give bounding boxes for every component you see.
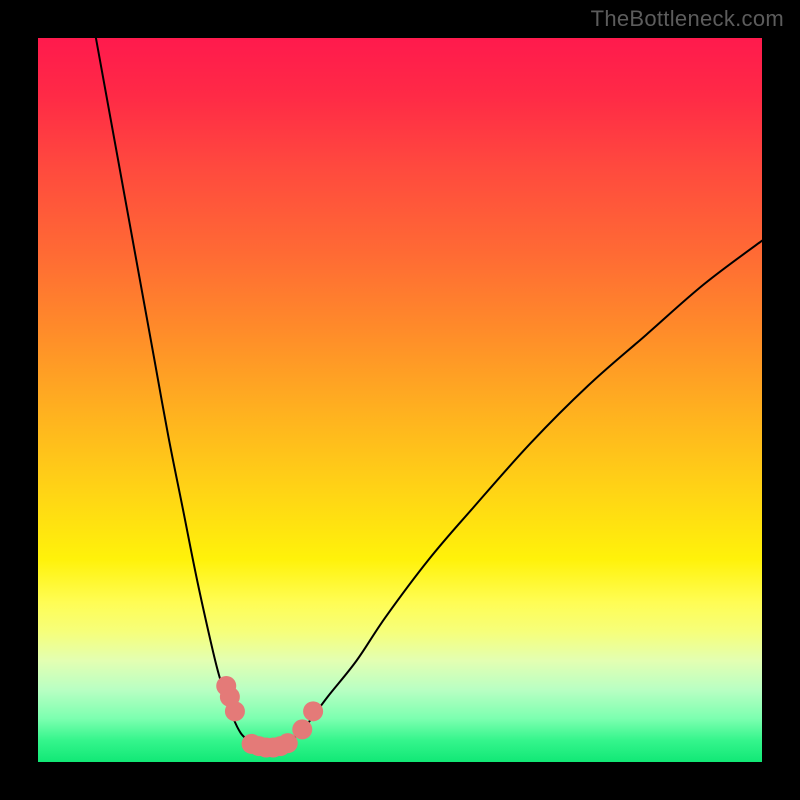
curve-left-branch: [96, 38, 248, 740]
chart-svg: [38, 38, 762, 762]
data-marker: [225, 701, 245, 721]
data-marker: [292, 719, 312, 739]
marker-group: [216, 676, 323, 758]
data-marker: [303, 701, 323, 721]
outer-frame: TheBottleneck.com: [0, 0, 800, 800]
data-marker: [278, 733, 298, 753]
watermark-text: TheBottleneck.com: [591, 6, 784, 32]
curve-right-branch: [291, 241, 762, 741]
plot-area: [38, 38, 762, 762]
